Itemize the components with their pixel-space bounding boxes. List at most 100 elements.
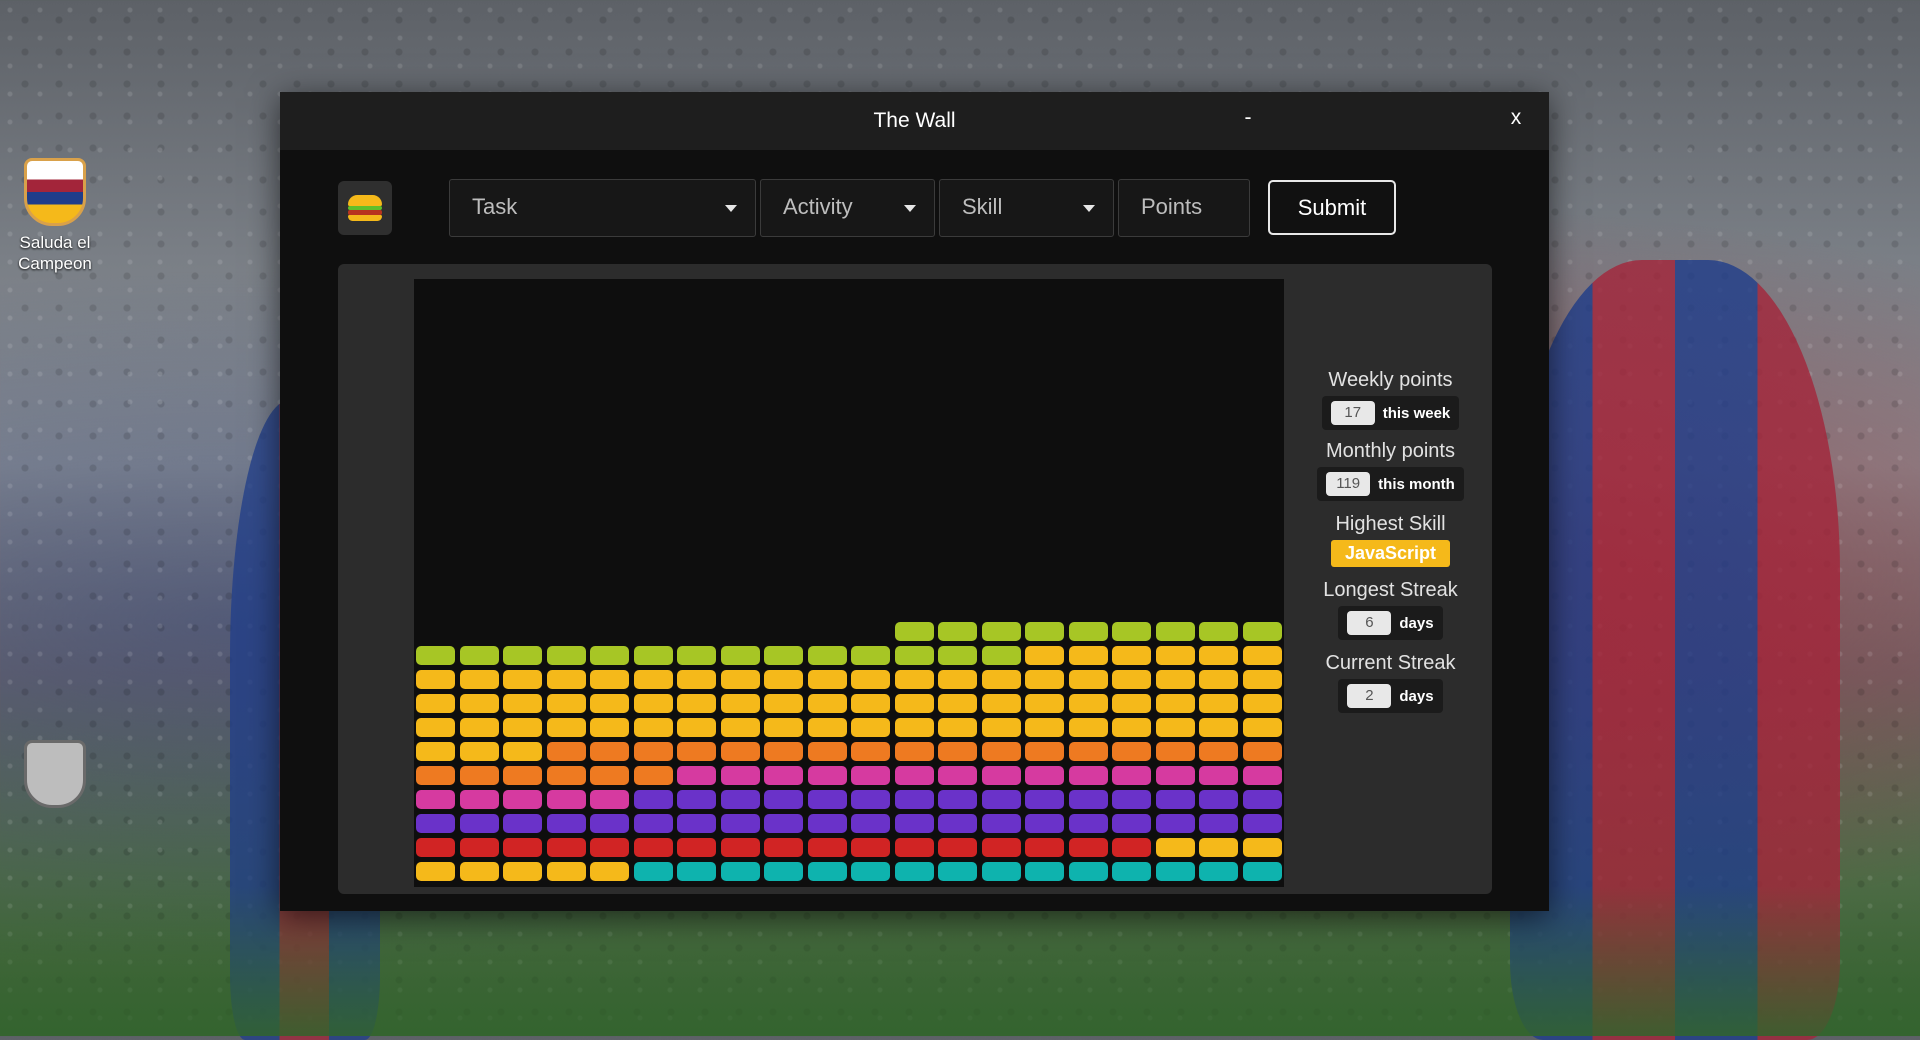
brick	[1199, 670, 1238, 689]
brick	[546, 838, 586, 857]
fcb-crest-icon	[24, 158, 86, 226]
brick	[546, 766, 586, 785]
desktop-icon-saluda-el-campeon[interactable]: Saluda el Campeon	[10, 158, 100, 274]
brick	[807, 694, 847, 713]
monthly-points-label: Monthly points	[1326, 440, 1455, 462]
brick	[503, 670, 542, 689]
brick	[546, 742, 586, 761]
brick	[590, 814, 629, 833]
stats-sidebar: Weekly points 17 this week Monthly point…	[1308, 369, 1473, 713]
brick	[459, 646, 499, 665]
brick	[1112, 838, 1151, 857]
brick	[981, 718, 1021, 737]
brick	[720, 766, 760, 785]
brick	[503, 862, 542, 881]
brick	[807, 646, 847, 665]
monthly-points-unit: this month	[1378, 475, 1455, 493]
brick	[764, 670, 803, 689]
brick	[938, 838, 977, 857]
window-title: The Wall	[873, 109, 956, 132]
brick	[720, 646, 760, 665]
brick	[894, 622, 934, 641]
brick	[851, 718, 890, 737]
brick	[938, 766, 977, 785]
brick	[1155, 718, 1195, 737]
monthly-points-value: 119	[1326, 472, 1371, 496]
brick	[894, 646, 934, 665]
brick	[807, 862, 847, 881]
current-streak-unit: days	[1399, 687, 1434, 705]
brick	[938, 694, 977, 713]
points-placeholder: Points	[1141, 194, 1203, 219]
brick	[1155, 694, 1195, 713]
brick	[1242, 670, 1282, 689]
menu-button[interactable]	[338, 181, 392, 235]
brick	[1112, 766, 1151, 785]
brick	[590, 766, 629, 785]
brick	[894, 766, 934, 785]
brick	[459, 838, 499, 857]
brick	[546, 670, 586, 689]
brick	[590, 670, 629, 689]
brick	[677, 766, 716, 785]
caret-down-icon	[1083, 205, 1095, 212]
weekly-points-unit: this week	[1382, 404, 1451, 422]
task-select[interactable]: Task	[449, 179, 756, 237]
brick	[677, 718, 716, 737]
brick	[1199, 790, 1238, 809]
brick	[1068, 790, 1108, 809]
brick	[1025, 766, 1064, 785]
titlebar[interactable]: The Wall - x	[280, 92, 1549, 150]
brick	[590, 718, 629, 737]
caret-down-icon	[904, 205, 916, 212]
activity-select[interactable]: Activity	[760, 179, 935, 237]
brick	[851, 694, 890, 713]
brick	[546, 862, 586, 881]
brick	[590, 742, 629, 761]
brick	[677, 670, 716, 689]
brick	[764, 814, 803, 833]
brick	[807, 718, 847, 737]
brick	[807, 814, 847, 833]
brick	[503, 694, 542, 713]
brick	[590, 862, 629, 881]
brick	[851, 838, 890, 857]
brick	[416, 742, 455, 761]
points-input[interactable]: Points	[1118, 179, 1250, 237]
brick	[503, 718, 542, 737]
brick	[1068, 670, 1108, 689]
brick	[1068, 766, 1108, 785]
brick	[1199, 862, 1238, 881]
brick	[416, 838, 455, 857]
brick	[1155, 790, 1195, 809]
brick	[720, 694, 760, 713]
task-select-label: Task	[472, 194, 518, 219]
brick	[633, 766, 673, 785]
brick	[503, 742, 542, 761]
burger-icon	[348, 195, 382, 221]
brick	[1155, 622, 1195, 641]
brick	[1242, 838, 1282, 857]
brick	[1242, 862, 1282, 881]
brick	[1155, 838, 1195, 857]
desktop-icon-crest-grey[interactable]	[10, 740, 100, 814]
brick	[416, 646, 455, 665]
brick	[503, 814, 542, 833]
brick	[894, 694, 934, 713]
brick	[416, 766, 455, 785]
brick	[459, 814, 499, 833]
brick	[1242, 718, 1282, 737]
brick	[981, 766, 1021, 785]
brick	[894, 718, 934, 737]
brick	[416, 814, 455, 833]
skill-select[interactable]: Skill	[939, 179, 1114, 237]
brick	[416, 694, 455, 713]
brick	[1199, 718, 1238, 737]
minimize-button[interactable]: -	[1228, 106, 1268, 130]
submit-button[interactable]: Submit	[1268, 180, 1396, 235]
close-button[interactable]: x	[1496, 106, 1536, 130]
brick	[981, 622, 1021, 641]
brick	[416, 670, 455, 689]
monthly-points-box: 119 this month	[1317, 467, 1464, 501]
brick	[1112, 622, 1151, 641]
